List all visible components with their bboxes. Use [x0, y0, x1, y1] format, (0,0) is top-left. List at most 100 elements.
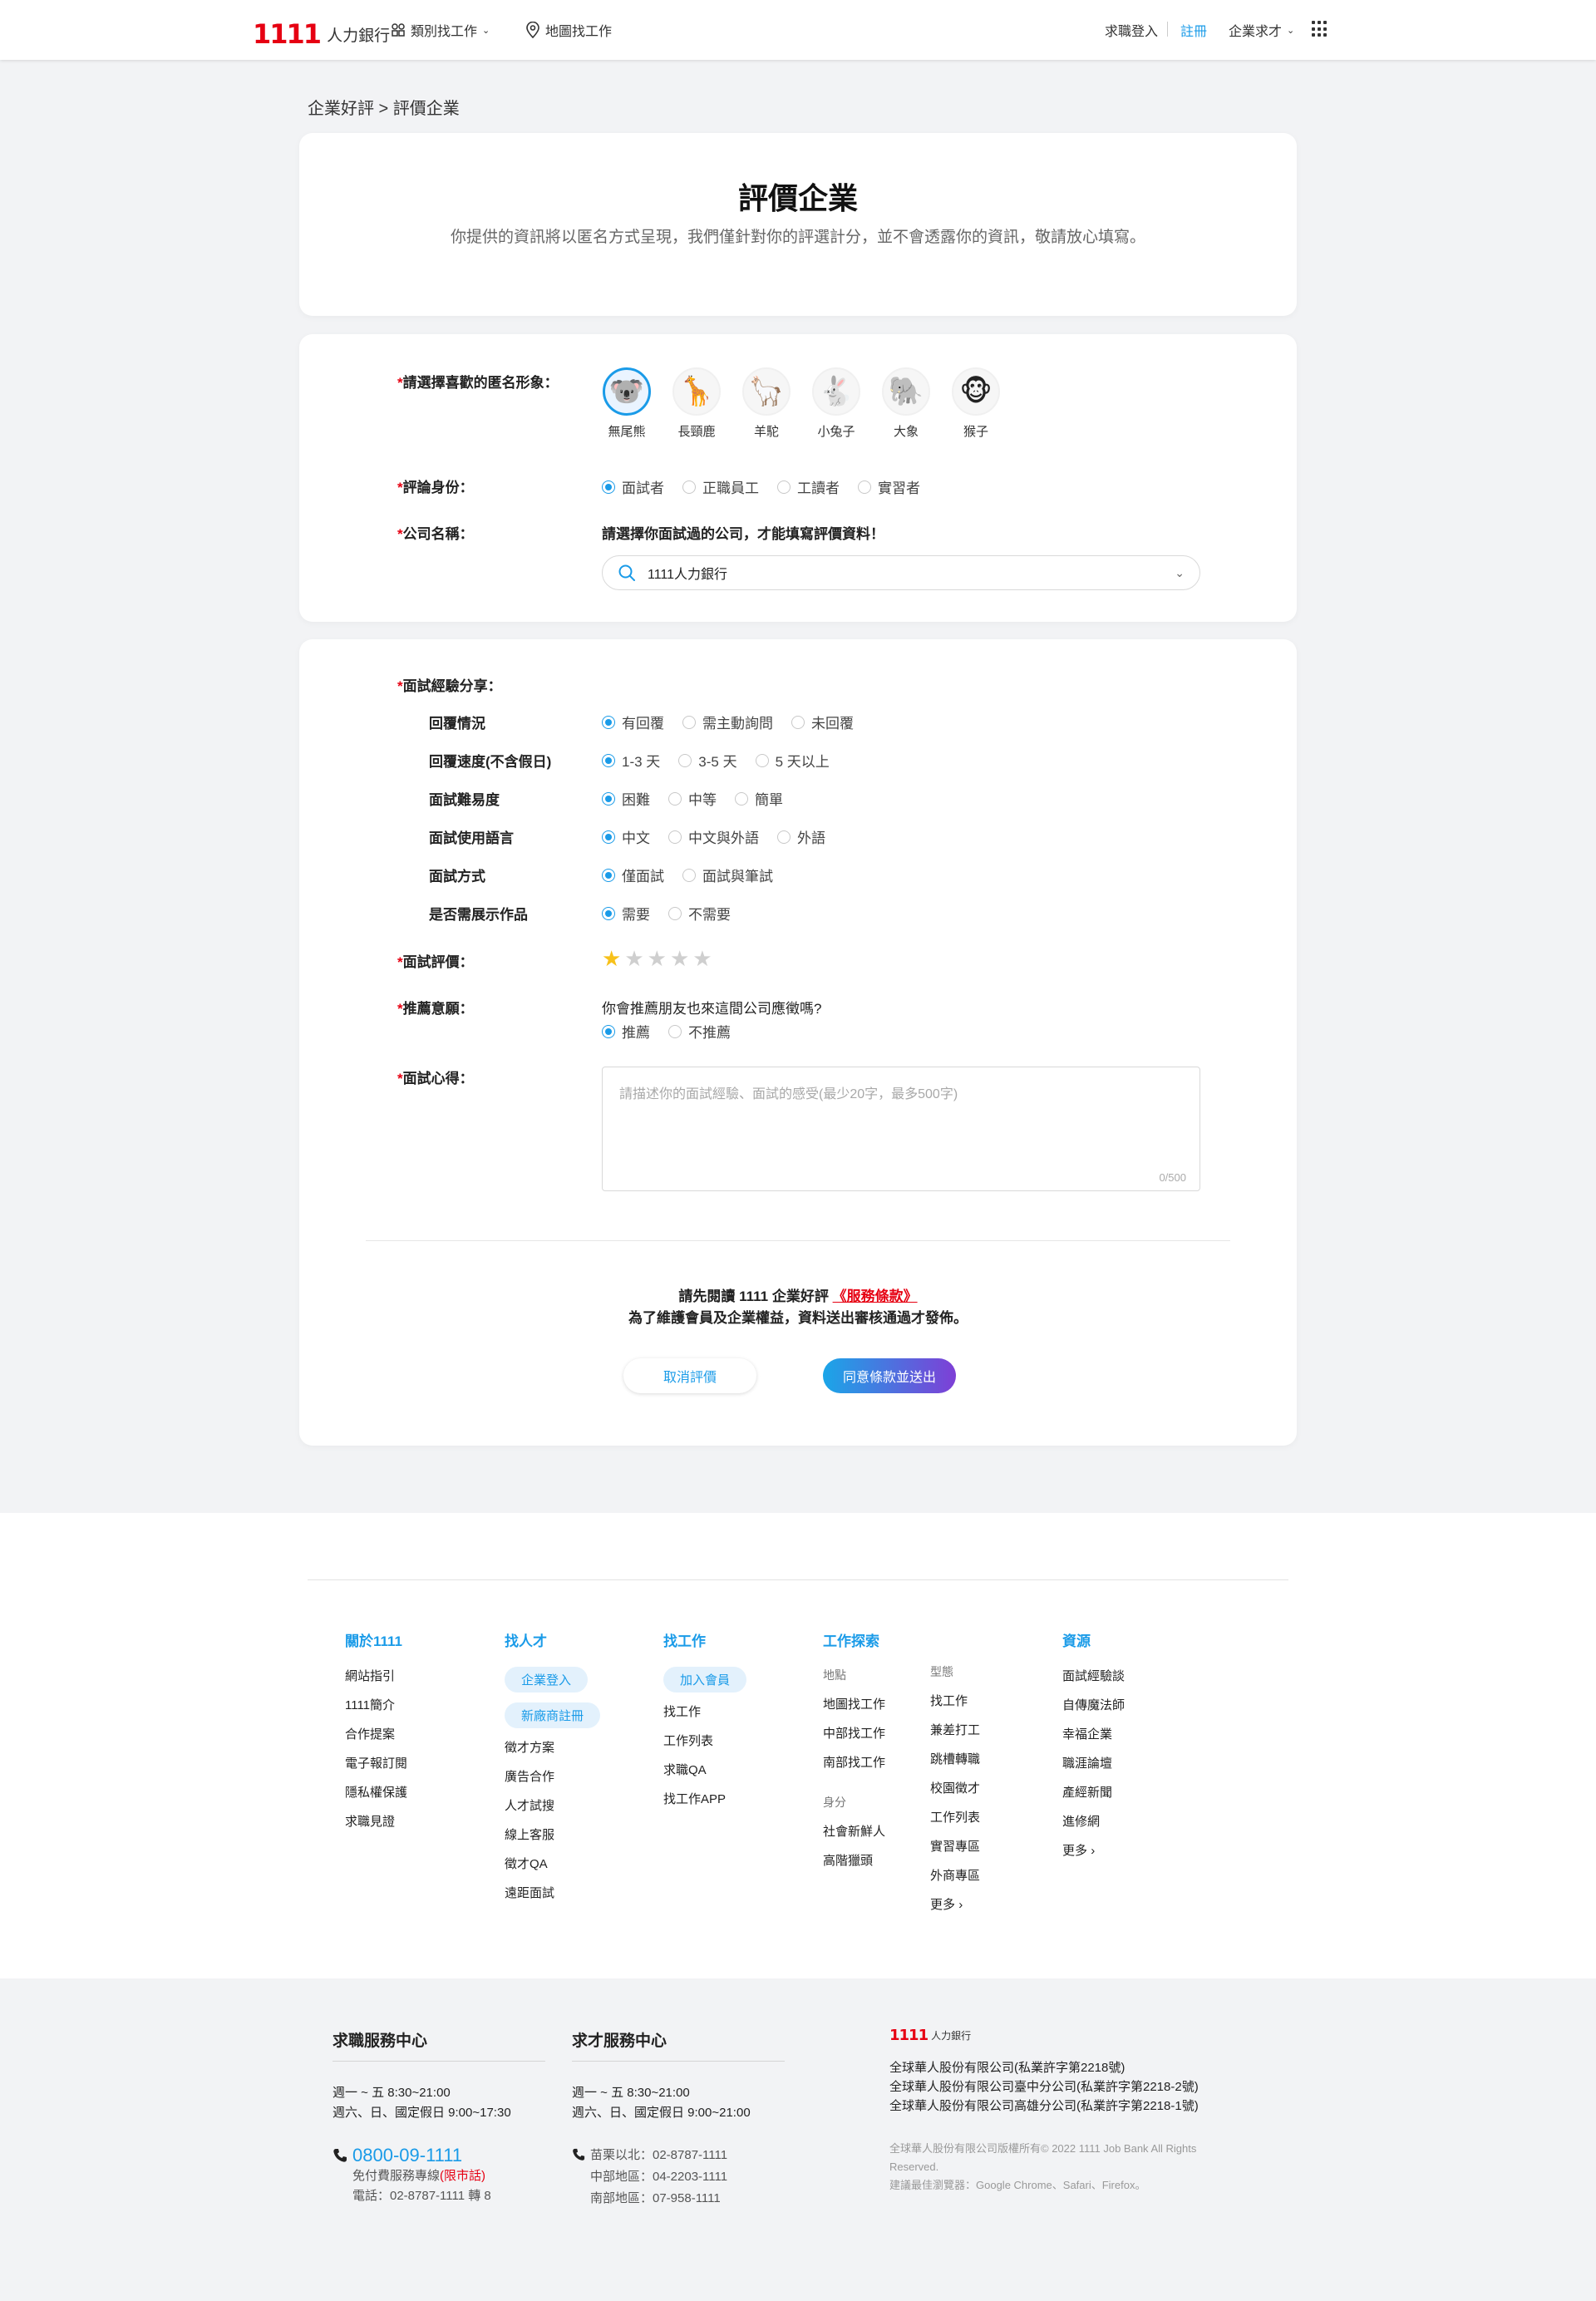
radio-option[interactable]: 需要 [602, 903, 650, 924]
footer-link[interactable]: 工作列表 [663, 1732, 746, 1749]
site-logo[interactable]: 1111 人力銀行 [253, 18, 390, 50]
footer-col-talent: 找人才 企業登入 新廠商註冊 徵才方案 廣告合作 人才試搜 線上客服 徵才QA … [505, 1629, 601, 1913]
phone-icon [573, 2148, 585, 2161]
nav-category-jobs[interactable]: 類別找工作 ⌄ [391, 20, 490, 40]
footer-link[interactable]: 廣告合作 [505, 1767, 600, 1785]
footer-link[interactable]: 求職QA [663, 1761, 746, 1778]
nav-map-jobs[interactable]: 地圖找工作 [525, 20, 612, 40]
radio-option[interactable]: 簡單 [735, 788, 783, 809]
avatar-alpaca[interactable]: 🦙 羊駝 [741, 367, 791, 440]
footer-link[interactable]: 面試經驗談 [1062, 1667, 1125, 1684]
radio-option[interactable]: 推薦 [602, 1021, 650, 1042]
chevron-right-icon: › [958, 1898, 963, 1912]
new-employer-pill[interactable]: 新廠商註冊 [505, 1702, 601, 1728]
radio-option[interactable]: 需主動詢問 [682, 712, 773, 732]
avatar-rabbit[interactable]: 🐇 小兔子 [811, 367, 861, 440]
radio-option[interactable]: 困難 [602, 788, 650, 809]
footer-heading[interactable]: 找人才 [505, 1629, 600, 1650]
footer-link[interactable]: 找工作 [930, 1692, 980, 1709]
footer-heading[interactable]: 找工作 [663, 1629, 746, 1650]
radio-option[interactable]: 有回覆 [602, 712, 664, 732]
login-link[interactable]: 求職登入 [1105, 20, 1158, 40]
footer-link[interactable]: 合作提案 [345, 1725, 407, 1742]
footer-link[interactable]: 校園徵才 [930, 1779, 980, 1796]
footer-link[interactable]: 遠距面試 [505, 1884, 600, 1901]
footer-heading[interactable]: 關於1111 [345, 1629, 407, 1650]
more-link[interactable]: 更多 › [1062, 1841, 1125, 1859]
footer-link[interactable]: 找工作APP [663, 1790, 746, 1807]
footer-heading[interactable]: 工作探索 [823, 1629, 885, 1650]
footer-link[interactable]: 外商專區 [930, 1866, 980, 1884]
star-icon[interactable]: ★ [602, 948, 621, 969]
footer-link[interactable]: 產經新聞 [1062, 1783, 1125, 1801]
avatar-monkey[interactable]: 🐵 猴子 [951, 367, 1001, 440]
star-icon[interactable]: ★ [624, 948, 643, 969]
service-hours: 週六、日、國定假日 9:00~17:30 [332, 2106, 511, 2120]
logo-text: 人力銀行 [931, 2030, 972, 2042]
footer-link[interactable]: 電子報訂閱 [345, 1754, 407, 1771]
footer-link[interactable]: 徵才方案 [505, 1738, 600, 1756]
footer-link[interactable]: 自傳魔法師 [1062, 1696, 1125, 1713]
footer-link[interactable]: 線上客服 [505, 1826, 600, 1843]
star-icon[interactable]: ★ [648, 948, 667, 969]
footer-link[interactable]: 進修網 [1062, 1812, 1125, 1830]
terms-link[interactable]: 《服務條款》 [833, 1288, 918, 1304]
radio-option[interactable]: 中文 [602, 826, 650, 847]
radio-option[interactable]: 外語 [777, 826, 825, 847]
apps-grid-icon[interactable] [1312, 21, 1328, 37]
footer-logo[interactable]: 1111 人力銀行 [889, 2027, 971, 2044]
radio-option[interactable]: 僅面試 [602, 865, 664, 885]
role-option[interactable]: 工讀者 [777, 476, 840, 497]
notes-textarea[interactable]: 請描述你的面試經驗、面試的感受(最少20字，最多500字) 0/500 [602, 1067, 1200, 1191]
language-group: 中文 中文與外語 外語 [602, 826, 825, 847]
cancel-button[interactable]: 取消評價 [623, 1358, 756, 1393]
star-icon[interactable]: ★ [670, 948, 689, 969]
footer-link[interactable]: 1111簡介 [345, 1696, 407, 1713]
register-link[interactable]: 註冊 [1180, 20, 1207, 40]
footer-heading[interactable]: 資源 [1062, 1629, 1125, 1650]
hotline[interactable]: 0800-09-1111 [332, 2145, 545, 2166]
footer-link[interactable]: 高階獵頭 [823, 1851, 885, 1869]
avatar-koala[interactable]: 🐨 無尾熊 [602, 367, 652, 440]
star-icon[interactable]: ★ [692, 948, 712, 969]
footer-link[interactable]: 兼差打工 [930, 1721, 980, 1738]
radio-option[interactable]: 3-5 天 [678, 750, 737, 771]
employer-login-pill[interactable]: 企業登入 [505, 1667, 589, 1692]
footer-link[interactable]: 找工作 [663, 1702, 746, 1720]
footer-link[interactable]: 實習專區 [930, 1837, 980, 1855]
radio-option[interactable]: 中等 [668, 788, 717, 809]
footer-link[interactable]: 徵才QA [505, 1855, 600, 1872]
corp-line: 全球華人股份有限公司高雄分公司(私業許字第2218-1號) [889, 2099, 1199, 2113]
footer-link[interactable]: 中部找工作 [823, 1724, 885, 1742]
employer-menu[interactable]: 企業求才 ⌄ [1229, 20, 1294, 40]
avatar-giraffe[interactable]: 🦒 長頸鹿 [672, 367, 722, 440]
footer-link[interactable]: 社會新鮮人 [823, 1822, 885, 1840]
footer-link[interactable]: 隱私權保護 [345, 1783, 407, 1801]
radio-option[interactable]: 未回覆 [791, 712, 854, 732]
submit-button[interactable]: 同意條款並送出 [823, 1358, 956, 1393]
footer-link[interactable]: 地圖找工作 [823, 1695, 885, 1712]
role-option[interactable]: 面試者 [602, 476, 664, 497]
footer-link[interactable]: 網站指引 [345, 1667, 407, 1684]
footer-link[interactable]: 跳槽轉職 [930, 1750, 980, 1767]
footer-link[interactable]: 幸福企業 [1062, 1725, 1125, 1742]
radio-option[interactable]: 不需要 [668, 903, 731, 924]
radio-option[interactable]: 1-3 天 [602, 750, 660, 771]
radio-option[interactable]: 不推薦 [668, 1021, 731, 1042]
company-select[interactable]: 1111人力銀行 ⌄ [602, 555, 1200, 590]
company-registration: 全球華人股份有限公司(私業許字第2218號) 全球華人股份有限公司臺中分公司(私… [889, 2058, 1199, 2116]
radio-option[interactable]: 面試與筆試 [682, 865, 773, 885]
radio-option[interactable]: 5 天以上 [755, 750, 830, 771]
role-option[interactable]: 實習者 [858, 476, 920, 497]
footer-link[interactable]: 職涯論壇 [1062, 1754, 1125, 1771]
footer-link[interactable]: 工作列表 [930, 1808, 980, 1826]
breadcrumb[interactable]: 企業好評 > 評價企業 [308, 95, 460, 119]
footer-link[interactable]: 人才試搜 [505, 1796, 600, 1814]
avatar-elephant[interactable]: 🐘 大象 [881, 367, 931, 440]
footer-link[interactable]: 南部找工作 [823, 1753, 885, 1771]
role-option[interactable]: 正職員工 [682, 476, 759, 497]
radio-option[interactable]: 中文與外語 [668, 826, 759, 847]
more-link[interactable]: 更多 › [930, 1895, 980, 1913]
join-member-pill[interactable]: 加入會員 [663, 1667, 747, 1692]
footer-link[interactable]: 求職見證 [345, 1812, 407, 1830]
